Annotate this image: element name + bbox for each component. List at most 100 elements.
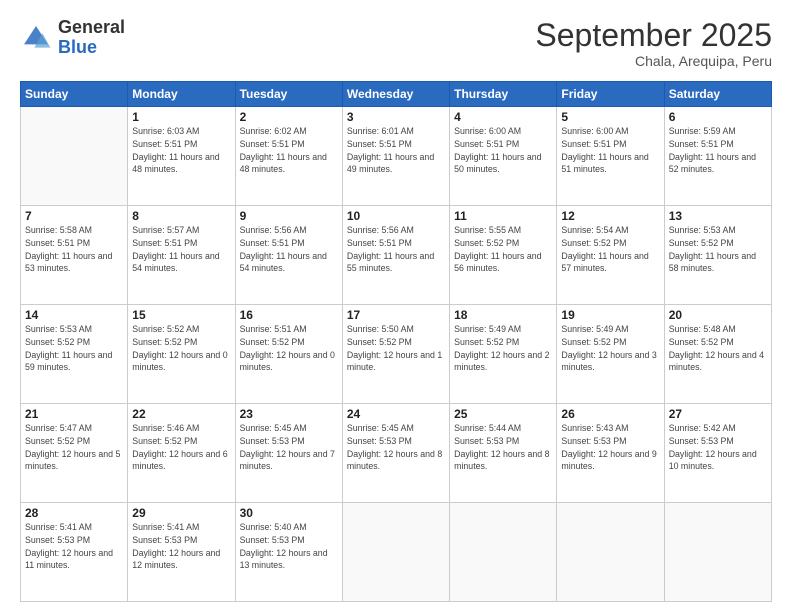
cell-info: Sunrise: 5:41 AMSunset: 5:53 PMDaylight:… [25, 522, 113, 570]
cell-info: Sunrise: 6:03 AMSunset: 5:51 PMDaylight:… [132, 126, 219, 174]
table-row: 30 Sunrise: 5:40 AMSunset: 5:53 PMDaylig… [235, 503, 342, 602]
table-row: 27 Sunrise: 5:42 AMSunset: 5:53 PMDaylig… [664, 404, 771, 503]
calendar-row-0: 1 Sunrise: 6:03 AMSunset: 5:51 PMDayligh… [21, 107, 772, 206]
cell-info: Sunrise: 5:48 AMSunset: 5:52 PMDaylight:… [669, 324, 764, 372]
calendar-row-2: 14 Sunrise: 5:53 AMSunset: 5:52 PMDaylig… [21, 305, 772, 404]
cell-info: Sunrise: 5:56 AMSunset: 5:51 PMDaylight:… [347, 225, 434, 273]
calendar-subtitle: Chala, Arequipa, Peru [535, 53, 772, 69]
calendar-row-4: 28 Sunrise: 5:41 AMSunset: 5:53 PMDaylig… [21, 503, 772, 602]
cell-info: Sunrise: 5:40 AMSunset: 5:53 PMDaylight:… [240, 522, 328, 570]
cell-date: 22 [132, 407, 230, 421]
cell-info: Sunrise: 5:51 AMSunset: 5:52 PMDaylight:… [240, 324, 335, 372]
cell-date: 11 [454, 209, 552, 223]
col-wednesday: Wednesday [342, 82, 449, 107]
col-thursday: Thursday [450, 82, 557, 107]
table-row: 6 Sunrise: 5:59 AMSunset: 5:51 PMDayligh… [664, 107, 771, 206]
cell-info: Sunrise: 6:00 AMSunset: 5:51 PMDaylight:… [561, 126, 648, 174]
cell-date: 1 [132, 110, 230, 124]
cell-info: Sunrise: 5:53 AMSunset: 5:52 PMDaylight:… [25, 324, 112, 372]
cell-info: Sunrise: 5:58 AMSunset: 5:51 PMDaylight:… [25, 225, 112, 273]
cell-date: 23 [240, 407, 338, 421]
table-row [450, 503, 557, 602]
table-row: 23 Sunrise: 5:45 AMSunset: 5:53 PMDaylig… [235, 404, 342, 503]
cell-info: Sunrise: 5:57 AMSunset: 5:51 PMDaylight:… [132, 225, 219, 273]
cell-date: 5 [561, 110, 659, 124]
table-row: 4 Sunrise: 6:00 AMSunset: 5:51 PMDayligh… [450, 107, 557, 206]
cell-info: Sunrise: 5:55 AMSunset: 5:52 PMDaylight:… [454, 225, 541, 273]
logo-blue-text: Blue [58, 38, 125, 58]
table-row [342, 503, 449, 602]
cell-date: 3 [347, 110, 445, 124]
cell-info: Sunrise: 5:43 AMSunset: 5:53 PMDaylight:… [561, 423, 656, 471]
table-row: 10 Sunrise: 5:56 AMSunset: 5:51 PMDaylig… [342, 206, 449, 305]
cell-info: Sunrise: 5:47 AMSunset: 5:52 PMDaylight:… [25, 423, 120, 471]
table-row: 22 Sunrise: 5:46 AMSunset: 5:52 PMDaylig… [128, 404, 235, 503]
cell-date: 6 [669, 110, 767, 124]
cell-date: 21 [25, 407, 123, 421]
table-row: 18 Sunrise: 5:49 AMSunset: 5:52 PMDaylig… [450, 305, 557, 404]
col-saturday: Saturday [664, 82, 771, 107]
cell-info: Sunrise: 5:56 AMSunset: 5:51 PMDaylight:… [240, 225, 327, 273]
cell-info: Sunrise: 6:00 AMSunset: 5:51 PMDaylight:… [454, 126, 541, 174]
cell-info: Sunrise: 5:54 AMSunset: 5:52 PMDaylight:… [561, 225, 648, 273]
cell-date: 18 [454, 308, 552, 322]
table-row: 8 Sunrise: 5:57 AMSunset: 5:51 PMDayligh… [128, 206, 235, 305]
table-row: 2 Sunrise: 6:02 AMSunset: 5:51 PMDayligh… [235, 107, 342, 206]
cell-date: 4 [454, 110, 552, 124]
calendar-row-3: 21 Sunrise: 5:47 AMSunset: 5:52 PMDaylig… [21, 404, 772, 503]
table-row: 25 Sunrise: 5:44 AMSunset: 5:53 PMDaylig… [450, 404, 557, 503]
cell-date: 2 [240, 110, 338, 124]
cell-date: 26 [561, 407, 659, 421]
cell-date: 16 [240, 308, 338, 322]
col-tuesday: Tuesday [235, 82, 342, 107]
cell-info: Sunrise: 5:45 AMSunset: 5:53 PMDaylight:… [240, 423, 335, 471]
cell-date: 12 [561, 209, 659, 223]
table-row: 29 Sunrise: 5:41 AMSunset: 5:53 PMDaylig… [128, 503, 235, 602]
cell-date: 7 [25, 209, 123, 223]
table-row: 20 Sunrise: 5:48 AMSunset: 5:52 PMDaylig… [664, 305, 771, 404]
cell-date: 24 [347, 407, 445, 421]
title-block: September 2025 Chala, Arequipa, Peru [535, 18, 772, 69]
table-row: 14 Sunrise: 5:53 AMSunset: 5:52 PMDaylig… [21, 305, 128, 404]
table-row [21, 107, 128, 206]
logo-general-text: General [58, 18, 125, 38]
table-row: 21 Sunrise: 5:47 AMSunset: 5:52 PMDaylig… [21, 404, 128, 503]
cell-date: 25 [454, 407, 552, 421]
cell-info: Sunrise: 5:46 AMSunset: 5:52 PMDaylight:… [132, 423, 227, 471]
page: General Blue September 2025 Chala, Arequ… [0, 0, 792, 612]
table-row: 16 Sunrise: 5:51 AMSunset: 5:52 PMDaylig… [235, 305, 342, 404]
logo: General Blue [20, 18, 125, 58]
cell-info: Sunrise: 5:50 AMSunset: 5:52 PMDaylight:… [347, 324, 442, 372]
table-row: 7 Sunrise: 5:58 AMSunset: 5:51 PMDayligh… [21, 206, 128, 305]
header: General Blue September 2025 Chala, Arequ… [20, 18, 772, 69]
logo-text: General Blue [58, 18, 125, 58]
cell-info: Sunrise: 5:53 AMSunset: 5:52 PMDaylight:… [669, 225, 756, 273]
table-row [664, 503, 771, 602]
cell-info: Sunrise: 5:52 AMSunset: 5:52 PMDaylight:… [132, 324, 227, 372]
cell-date: 28 [25, 506, 123, 520]
table-row: 1 Sunrise: 6:03 AMSunset: 5:51 PMDayligh… [128, 107, 235, 206]
table-row: 24 Sunrise: 5:45 AMSunset: 5:53 PMDaylig… [342, 404, 449, 503]
col-sunday: Sunday [21, 82, 128, 107]
table-row: 12 Sunrise: 5:54 AMSunset: 5:52 PMDaylig… [557, 206, 664, 305]
calendar-header-row: Sunday Monday Tuesday Wednesday Thursday… [21, 82, 772, 107]
cell-date: 15 [132, 308, 230, 322]
cell-info: Sunrise: 5:44 AMSunset: 5:53 PMDaylight:… [454, 423, 549, 471]
cell-date: 9 [240, 209, 338, 223]
table-row: 13 Sunrise: 5:53 AMSunset: 5:52 PMDaylig… [664, 206, 771, 305]
table-row: 11 Sunrise: 5:55 AMSunset: 5:52 PMDaylig… [450, 206, 557, 305]
cell-info: Sunrise: 5:41 AMSunset: 5:53 PMDaylight:… [132, 522, 220, 570]
table-row: 3 Sunrise: 6:01 AMSunset: 5:51 PMDayligh… [342, 107, 449, 206]
table-row: 19 Sunrise: 5:49 AMSunset: 5:52 PMDaylig… [557, 305, 664, 404]
cell-date: 10 [347, 209, 445, 223]
logo-icon [20, 22, 52, 54]
calendar-row-1: 7 Sunrise: 5:58 AMSunset: 5:51 PMDayligh… [21, 206, 772, 305]
cell-info: Sunrise: 5:45 AMSunset: 5:53 PMDaylight:… [347, 423, 442, 471]
cell-date: 8 [132, 209, 230, 223]
table-row: 15 Sunrise: 5:52 AMSunset: 5:52 PMDaylig… [128, 305, 235, 404]
table-row: 26 Sunrise: 5:43 AMSunset: 5:53 PMDaylig… [557, 404, 664, 503]
cell-date: 19 [561, 308, 659, 322]
cell-info: Sunrise: 5:59 AMSunset: 5:51 PMDaylight:… [669, 126, 756, 174]
table-row: 28 Sunrise: 5:41 AMSunset: 5:53 PMDaylig… [21, 503, 128, 602]
cell-date: 30 [240, 506, 338, 520]
